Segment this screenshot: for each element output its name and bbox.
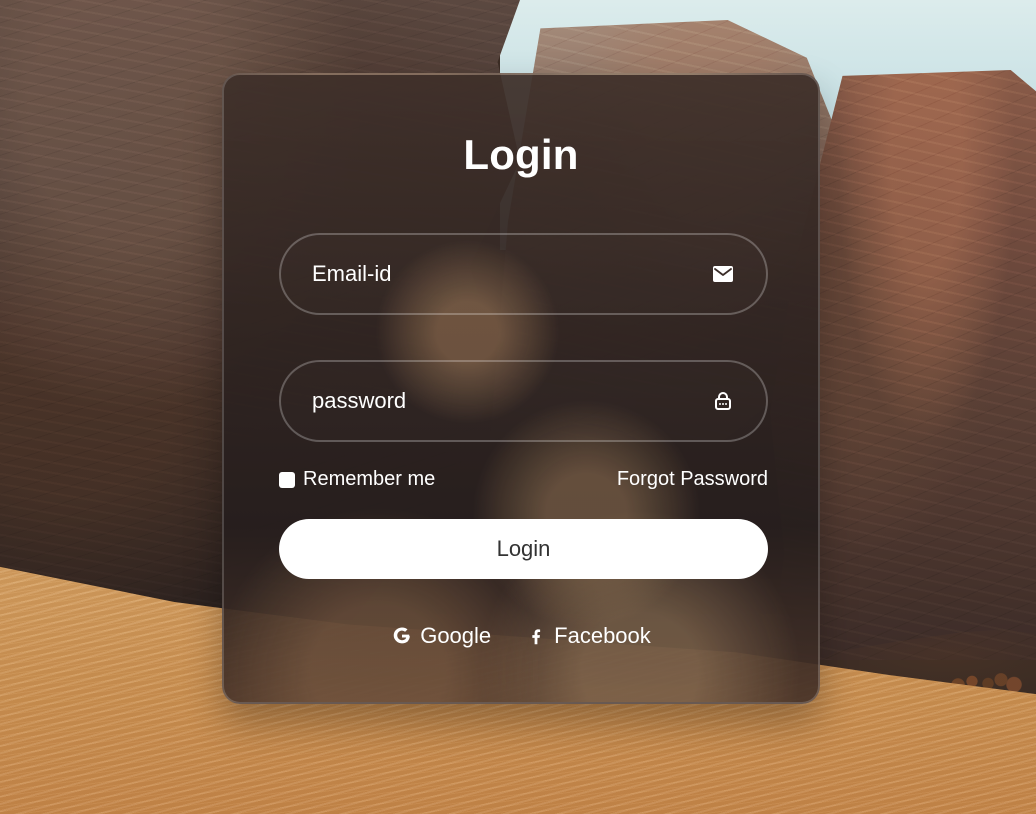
background-scene: Login Email-id password Remember me Forg… bbox=[0, 0, 1036, 814]
lock-icon bbox=[710, 388, 736, 414]
password-field-value: password bbox=[312, 388, 407, 413]
login-button[interactable]: Login bbox=[279, 519, 768, 579]
google-login-label: Google bbox=[420, 623, 492, 648]
forgot-password-link[interactable]: Forgot Password bbox=[617, 468, 768, 491]
google-icon bbox=[391, 625, 413, 647]
login-card: Login Email-id password Remember me Forg… bbox=[222, 73, 820, 704]
login-title: Login bbox=[463, 131, 579, 178]
remember-me-checkbox[interactable] bbox=[279, 471, 295, 488]
email-field-value: Email-id bbox=[312, 261, 392, 286]
remember-me-option[interactable]: Remember me bbox=[279, 468, 435, 491]
social-login-row: Google Facebook bbox=[224, 623, 818, 649]
facebook-login-link[interactable]: Facebook bbox=[525, 623, 651, 649]
password-field[interactable]: password bbox=[279, 360, 768, 442]
facebook-login-label: Facebook bbox=[554, 623, 651, 648]
google-login-link[interactable]: Google bbox=[391, 623, 491, 649]
remember-me-label: Remember me bbox=[303, 467, 436, 490]
mail-icon bbox=[710, 261, 736, 287]
email-field[interactable]: Email-id bbox=[279, 233, 768, 315]
facebook-icon bbox=[525, 625, 547, 647]
login-options-row: Remember me Forgot Password bbox=[279, 465, 768, 493]
